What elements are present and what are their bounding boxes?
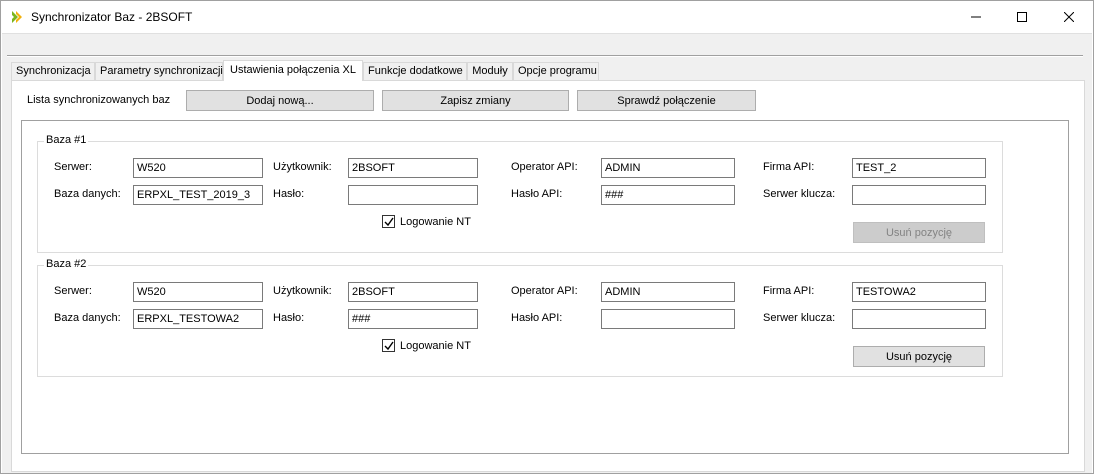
- maximize-icon: [1017, 12, 1027, 22]
- database-label: Baza danych:: [54, 312, 121, 324]
- save-changes-button[interactable]: Zapisz zmiany: [382, 90, 569, 111]
- app-window: Synchronizator Baz - 2BSOFT Synchronizac…: [0, 0, 1094, 474]
- tab-synchronizacja[interactable]: Synchronizacja: [11, 62, 95, 80]
- group-title: Baza #2: [44, 258, 89, 270]
- checkbox-box[interactable]: [382, 215, 395, 228]
- remove-item-button[interactable]: Usuń pozycję: [853, 346, 985, 367]
- password-label: Hasło:: [273, 188, 305, 200]
- key-server-label: Serwer klucza:: [763, 188, 836, 200]
- api-password-field[interactable]: [601, 309, 735, 329]
- nt-login-label: Logowanie NT: [400, 339, 471, 352]
- group-title: Baza #1: [44, 134, 89, 146]
- separator: [7, 55, 1083, 57]
- api-operator-label: Operator API:: [511, 161, 578, 173]
- user-label: Użytkownik:: [273, 161, 332, 173]
- database-field[interactable]: ERPXL_TESTOWA2: [133, 309, 263, 329]
- database-list-panel: Baza #1 Serwer: W520 Baza danych: ERPXL_…: [21, 120, 1069, 454]
- nt-login-checkbox[interactable]: Logowanie NT: [382, 215, 471, 228]
- password-field[interactable]: ###: [348, 309, 478, 329]
- server-label: Serwer:: [54, 161, 92, 173]
- database-group: Baza #1 Serwer: W520 Baza danych: ERPXL_…: [37, 134, 1003, 253]
- api-company-field[interactable]: TESTOWA2: [852, 282, 986, 302]
- window-title: Synchronizator Baz - 2BSOFT: [31, 10, 193, 24]
- tab-moduly[interactable]: Moduły: [467, 62, 513, 80]
- nt-login-label: Logowanie NT: [400, 215, 471, 228]
- tab-parametry-synchronizacji[interactable]: Parametry synchronizacji: [95, 62, 223, 80]
- database-label: Baza danych:: [54, 188, 121, 200]
- api-password-field[interactable]: ###: [601, 185, 735, 205]
- close-icon: [1064, 12, 1074, 22]
- check-connection-button[interactable]: Sprawdź połączenie: [577, 90, 756, 111]
- api-operator-field[interactable]: ADMIN: [601, 158, 735, 178]
- api-company-label: Firma API:: [763, 285, 815, 297]
- title-bar[interactable]: Synchronizator Baz - 2BSOFT: [1, 1, 1093, 33]
- server-field[interactable]: W520: [133, 282, 263, 302]
- key-server-label: Serwer klucza:: [763, 312, 836, 324]
- user-label: Użytkownik:: [273, 285, 332, 297]
- api-password-label: Hasło API:: [511, 188, 563, 200]
- close-button[interactable]: [1046, 1, 1092, 33]
- server-label: Serwer:: [54, 285, 92, 297]
- client-area: Synchronizacja Parametry synchronizacji …: [2, 33, 1092, 473]
- tab-opcje-programu[interactable]: Opcje programu: [513, 62, 599, 80]
- maximize-button[interactable]: [999, 1, 1045, 33]
- api-company-label: Firma API:: [763, 161, 815, 173]
- app-logo-icon: [12, 11, 22, 23]
- key-server-field[interactable]: [852, 309, 986, 329]
- api-password-label: Hasło API:: [511, 312, 563, 324]
- password-label: Hasło:: [273, 312, 305, 324]
- minimize-button[interactable]: [953, 1, 999, 33]
- add-new-button[interactable]: Dodaj nową...: [186, 90, 374, 111]
- minimize-icon: [971, 16, 981, 18]
- password-field[interactable]: [348, 185, 478, 205]
- api-company-field[interactable]: TEST_2: [852, 158, 986, 178]
- api-operator-field[interactable]: ADMIN: [601, 282, 735, 302]
- nt-login-checkbox[interactable]: Logowanie NT: [382, 339, 471, 352]
- remove-item-button[interactable]: Usuń pozycję: [853, 222, 985, 243]
- server-field[interactable]: W520: [133, 158, 263, 178]
- key-server-field[interactable]: [852, 185, 986, 205]
- checkbox-box[interactable]: [382, 339, 395, 352]
- checkmark-icon: [384, 217, 394, 226]
- tab-funkcje-dodatkowe[interactable]: Funkcje dodatkowe: [363, 62, 467, 80]
- database-group: Baza #2 Serwer: W520 Baza danych: ERPXL_…: [37, 258, 1003, 377]
- database-list-label: Lista synchronizowanych baz: [27, 94, 171, 106]
- tab-panel: Lista synchronizowanych baz Dodaj nową..…: [11, 80, 1085, 472]
- user-field[interactable]: 2BSOFT: [348, 282, 478, 302]
- database-field[interactable]: ERPXL_TEST_2019_3: [133, 185, 263, 205]
- user-field[interactable]: 2BSOFT: [348, 158, 478, 178]
- api-operator-label: Operator API:: [511, 285, 578, 297]
- tab-ustawienia-polaczenia-xl[interactable]: Ustawienia połączenia XL: [223, 60, 363, 81]
- checkmark-icon: [384, 341, 394, 350]
